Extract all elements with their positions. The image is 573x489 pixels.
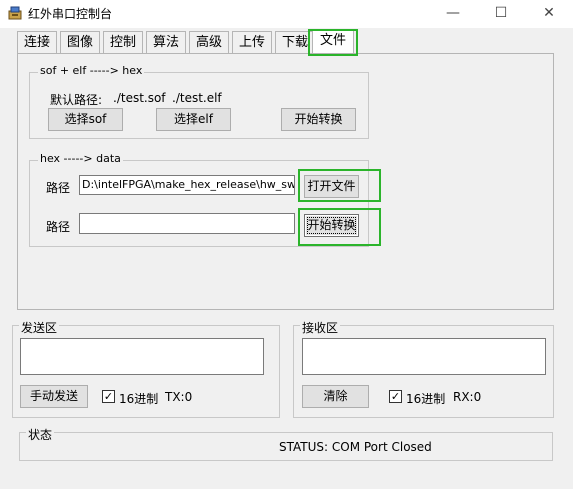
elf-path-text: ./test.elf <box>172 91 222 105</box>
rx-counter: RX:0 <box>453 390 482 404</box>
hex-path-input-2[interactable] <box>79 213 295 234</box>
convert-sof-button[interactable]: 开始转换 <box>281 108 356 131</box>
title-bar: 红外串口控制台 — ☐ ✕ <box>0 0 573 28</box>
default-path-label: 默认路径: <box>50 93 103 107</box>
select-elf-button[interactable]: 选择elf <box>156 108 231 131</box>
manual-send-button[interactable]: 手动发送 <box>20 385 88 408</box>
window-title: 红外串口控制台 <box>28 7 113 21</box>
hex-data-group-title: hex -----> data <box>38 152 123 165</box>
maximize-button[interactable]: ☐ <box>491 4 511 22</box>
tab-algorithm[interactable]: 算法 <box>146 31 186 53</box>
status-group-title: 状态 <box>26 426 55 443</box>
send-hex-checkbox[interactable]: ✓ <box>102 390 115 403</box>
receive-hex-label: 16进制 <box>406 392 446 406</box>
tab-image[interactable]: 图像 <box>60 31 100 53</box>
highlight-open-file <box>298 169 381 202</box>
select-sof-button[interactable]: 选择sof <box>48 108 123 131</box>
tab-upload[interactable]: 上传 <box>232 31 272 53</box>
tab-connect[interactable]: 连接 <box>17 31 57 53</box>
receive-textbox[interactable] <box>302 338 546 375</box>
receive-group-title: 接收区 <box>300 319 341 336</box>
hex-path-input-1[interactable]: D:\intelFPGA\make_hex_release\hw_sw.hex <box>79 175 295 195</box>
app-icon <box>8 6 22 20</box>
sof-path-text: ./test.sof <box>113 91 166 105</box>
send-group-title: 发送区 <box>19 319 60 336</box>
close-button[interactable]: ✕ <box>539 4 559 22</box>
hex-path-label-2: 路径 <box>46 220 71 234</box>
hex-path-label-1: 路径 <box>46 181 71 195</box>
tx-counter: TX:0 <box>165 390 193 404</box>
minimize-button[interactable]: — <box>443 4 463 22</box>
clear-button[interactable]: 清除 <box>302 385 369 408</box>
highlight-convert-hex <box>298 208 381 246</box>
tab-advanced[interactable]: 高级 <box>189 31 229 53</box>
sof-elf-group-title: sof + elf -----> hex <box>38 64 145 77</box>
send-textbox[interactable] <box>20 338 264 375</box>
tab-control[interactable]: 控制 <box>103 31 143 53</box>
receive-hex-checkbox[interactable]: ✓ <box>389 390 402 403</box>
highlight-tab-file <box>308 29 358 56</box>
status-text: STATUS: COM Port Closed <box>279 440 432 454</box>
send-hex-label: 16进制 <box>119 392 159 406</box>
